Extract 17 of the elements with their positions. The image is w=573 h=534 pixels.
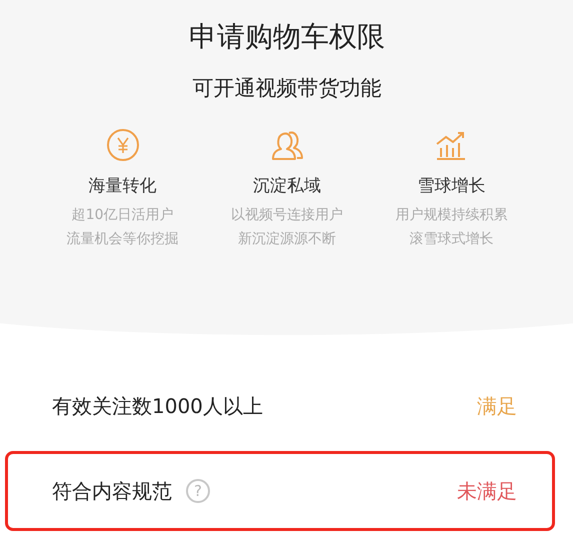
feature-description: 滚雪球式增长 [409,230,494,249]
feature-description: 超10亿日活用户 [72,206,174,225]
page-title: 申请购物车权限 [188,19,386,55]
requirement-label: 符合内容规范 [52,478,172,504]
requirement-status: 未满足 [457,478,517,504]
requirement-status: 满足 [477,392,517,420]
help-icon[interactable]: ? [186,479,210,503]
page-subtitle: 可开通视频带货功能 [192,75,382,102]
requirement-label: 有效关注数1000人以上 [52,392,263,420]
feature-description: 以视频号连接用户 [230,206,343,225]
feature-description: 用户规模持续积累 [395,206,508,225]
yen-coin-icon [106,128,140,162]
feature-description: 新沉淀源源不断 [238,230,336,249]
feature-title: 海量转化 [88,175,157,197]
feature-description: 流量机会等你挖掘 [66,230,179,249]
feature-title: 沉淀私域 [252,175,321,197]
feature-title: 雪球增长 [417,175,486,197]
